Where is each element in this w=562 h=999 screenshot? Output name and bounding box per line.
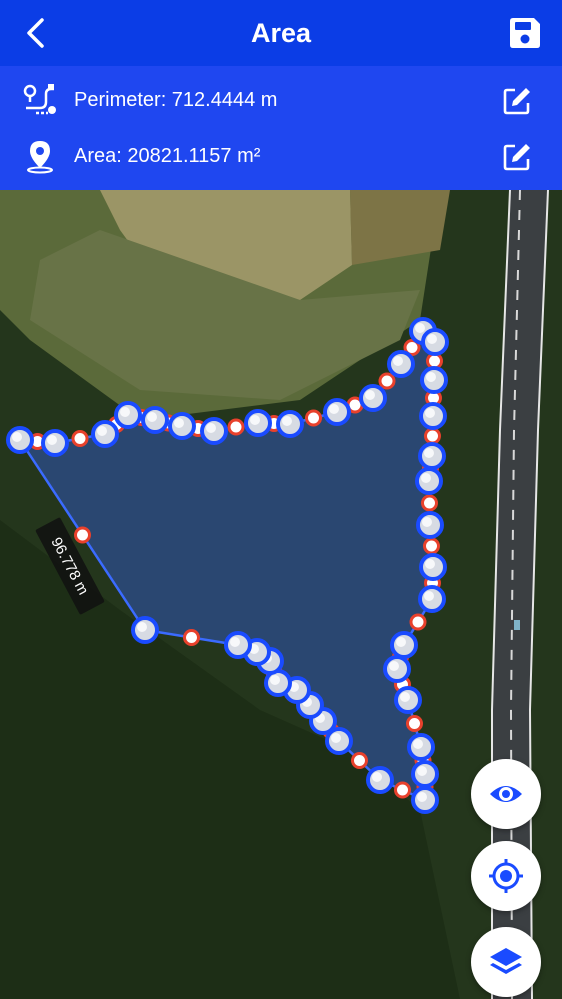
vertex-handle[interactable] — [244, 409, 272, 437]
edit-area-icon[interactable] — [501, 141, 533, 173]
vertex-handle[interactable] — [141, 406, 169, 434]
vertex-handle[interactable] — [41, 429, 69, 457]
segment-midpoint-marker[interactable] — [351, 752, 368, 769]
perimeter-value: Perimeter: 712.4444 m — [74, 89, 278, 111]
eye-icon — [490, 786, 522, 802]
save-icon — [510, 18, 540, 48]
vertex-handle[interactable] — [224, 631, 252, 659]
vehicle — [514, 620, 520, 630]
vertex-handle[interactable] — [394, 686, 422, 714]
segment-midpoint-marker[interactable] — [378, 372, 396, 390]
vertex-handle[interactable] — [323, 398, 351, 426]
segment-midpoint-marker[interactable] — [409, 613, 427, 631]
vertex-handle[interactable] — [416, 511, 444, 539]
vertex-handle[interactable] — [114, 401, 142, 429]
vertex-handle[interactable] — [366, 766, 394, 794]
segment-midpoint-marker[interactable] — [426, 352, 443, 370]
vertex-handle[interactable] — [411, 786, 439, 814]
route-icon — [23, 84, 56, 115]
vertex-handle[interactable] — [131, 616, 159, 644]
save-button[interactable] — [506, 14, 544, 52]
area-row: Area: 20821.1157 m² — [0, 128, 562, 184]
locate-me-button[interactable] — [471, 841, 541, 911]
vertex-handle[interactable] — [418, 585, 446, 613]
map-layers-button[interactable] — [471, 927, 541, 997]
vertex-handle[interactable] — [200, 417, 228, 445]
segment-midpoint-marker[interactable] — [424, 427, 441, 445]
segment-midpoint-marker[interactable] — [227, 418, 245, 436]
segment-midpoint-marker[interactable] — [421, 494, 438, 512]
vertex-handle[interactable] — [421, 328, 449, 356]
vertex-handle[interactable] — [168, 412, 196, 440]
segment-midpoint-marker[interactable] — [71, 430, 89, 447]
segment-midpoint-marker[interactable] — [423, 537, 440, 555]
vertex-handle[interactable] — [276, 410, 304, 438]
page-title: Area — [250, 18, 312, 48]
segment-midpoint-marker[interactable] — [406, 715, 423, 732]
vertex-handle[interactable] — [419, 553, 447, 581]
top-bar: Area — [0, 0, 562, 66]
vertex-handle[interactable] — [420, 366, 448, 394]
vertex-handle[interactable] — [359, 384, 387, 412]
layers-icon — [490, 948, 522, 974]
segment-midpoint-marker[interactable] — [394, 781, 411, 799]
vertex-handle[interactable] — [387, 350, 415, 378]
segment-midpoint-marker[interactable] — [305, 409, 322, 427]
visibility-toggle-button[interactable] — [471, 759, 541, 829]
edit-perimeter-icon[interactable] — [501, 85, 533, 117]
segment-midpoint-marker[interactable] — [183, 629, 200, 646]
segment-midpoint-marker[interactable] — [74, 526, 91, 544]
measurement-panel: Perimeter: 712.4444 m Area: 20821.1157 m… — [0, 66, 562, 190]
area-value: Area: 20821.1157 m² — [74, 145, 261, 167]
vertex-handle[interactable] — [407, 733, 435, 761]
vertex-handle[interactable] — [415, 467, 443, 495]
vertex-handle[interactable] — [418, 442, 446, 470]
vertex-handle[interactable] — [419, 402, 447, 430]
location-pin-icon — [27, 141, 53, 174]
vertex-handle[interactable] — [91, 420, 119, 448]
vertex-handle[interactable] — [383, 655, 411, 683]
crosshair-icon — [489, 859, 523, 893]
vertex-handle[interactable] — [390, 631, 418, 659]
vertex-handle[interactable] — [411, 760, 439, 788]
perimeter-row: Perimeter: 712.4444 m — [0, 72, 562, 128]
vertex-handle[interactable] — [6, 426, 34, 454]
